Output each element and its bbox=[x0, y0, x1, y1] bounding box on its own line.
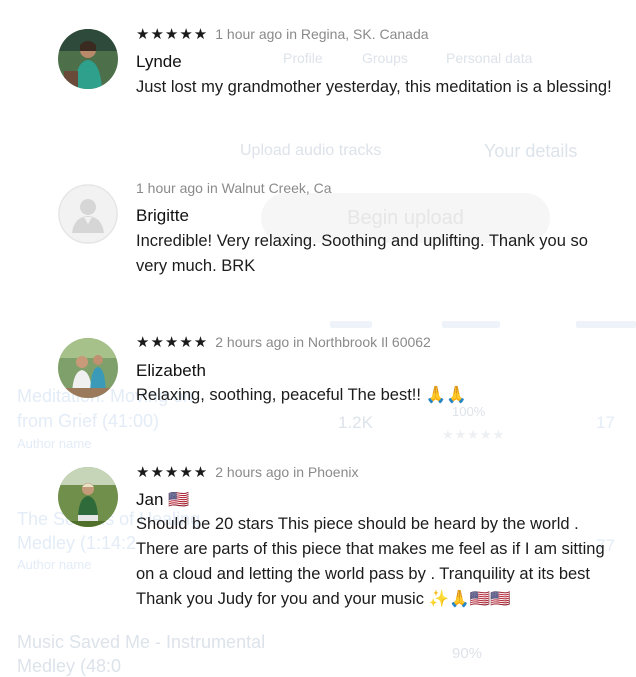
review-time-location: 2 hours ago in Phoenix bbox=[215, 464, 359, 480]
default-user-icon bbox=[58, 184, 118, 244]
review-meta: ★★★★★ 2 hours ago in Phoenix bbox=[136, 463, 358, 481]
review-time-location: 1 hour ago in Walnut Creek, Ca bbox=[136, 180, 332, 196]
star-rating-icon: ★★★★★ bbox=[136, 26, 209, 43]
review-meta: ★★★★★ 1 hour ago in Regina, SK. Canada bbox=[136, 25, 429, 43]
avatar[interactable] bbox=[58, 184, 118, 244]
star-rating-icon: ★★★★★ bbox=[136, 464, 209, 481]
review-text: Relaxing, soothing, peaceful The best!! … bbox=[136, 386, 467, 404]
avatar[interactable] bbox=[58, 338, 118, 398]
review-text: Should be 20 stars This piece should be … bbox=[136, 515, 605, 608]
review-time-location: 1 hour ago in Regina, SK. Canada bbox=[215, 26, 429, 42]
avatar[interactable] bbox=[58, 29, 118, 89]
reviewer-name[interactable]: Lynde bbox=[136, 52, 182, 72]
review-meta: ★★★★★ 2 hours ago in Northbrook Il 60062 bbox=[136, 333, 431, 351]
review-text: Incredible! Very relaxing. Soothing and … bbox=[136, 232, 588, 275]
star-rating-icon: ★★★★★ bbox=[136, 334, 209, 351]
user-photo-icon bbox=[58, 467, 118, 527]
user-photo-icon bbox=[58, 29, 118, 89]
reviewer-name[interactable]: Elizabeth bbox=[136, 361, 206, 381]
reviews-list: ★★★★★ 1 hour ago in Regina, SK. Canada L… bbox=[0, 0, 636, 661]
user-photo-icon bbox=[58, 338, 118, 398]
reviewer-name[interactable]: Jan 🇺🇸 bbox=[136, 490, 189, 510]
reviewer-name[interactable]: Brigitte bbox=[136, 206, 189, 226]
review-meta: 1 hour ago in Walnut Creek, Ca bbox=[136, 180, 332, 196]
review-text: Just lost my grandmother yesterday, this… bbox=[136, 78, 612, 96]
review-time-location: 2 hours ago in Northbrook Il 60062 bbox=[215, 334, 431, 350]
avatar[interactable] bbox=[58, 467, 118, 527]
